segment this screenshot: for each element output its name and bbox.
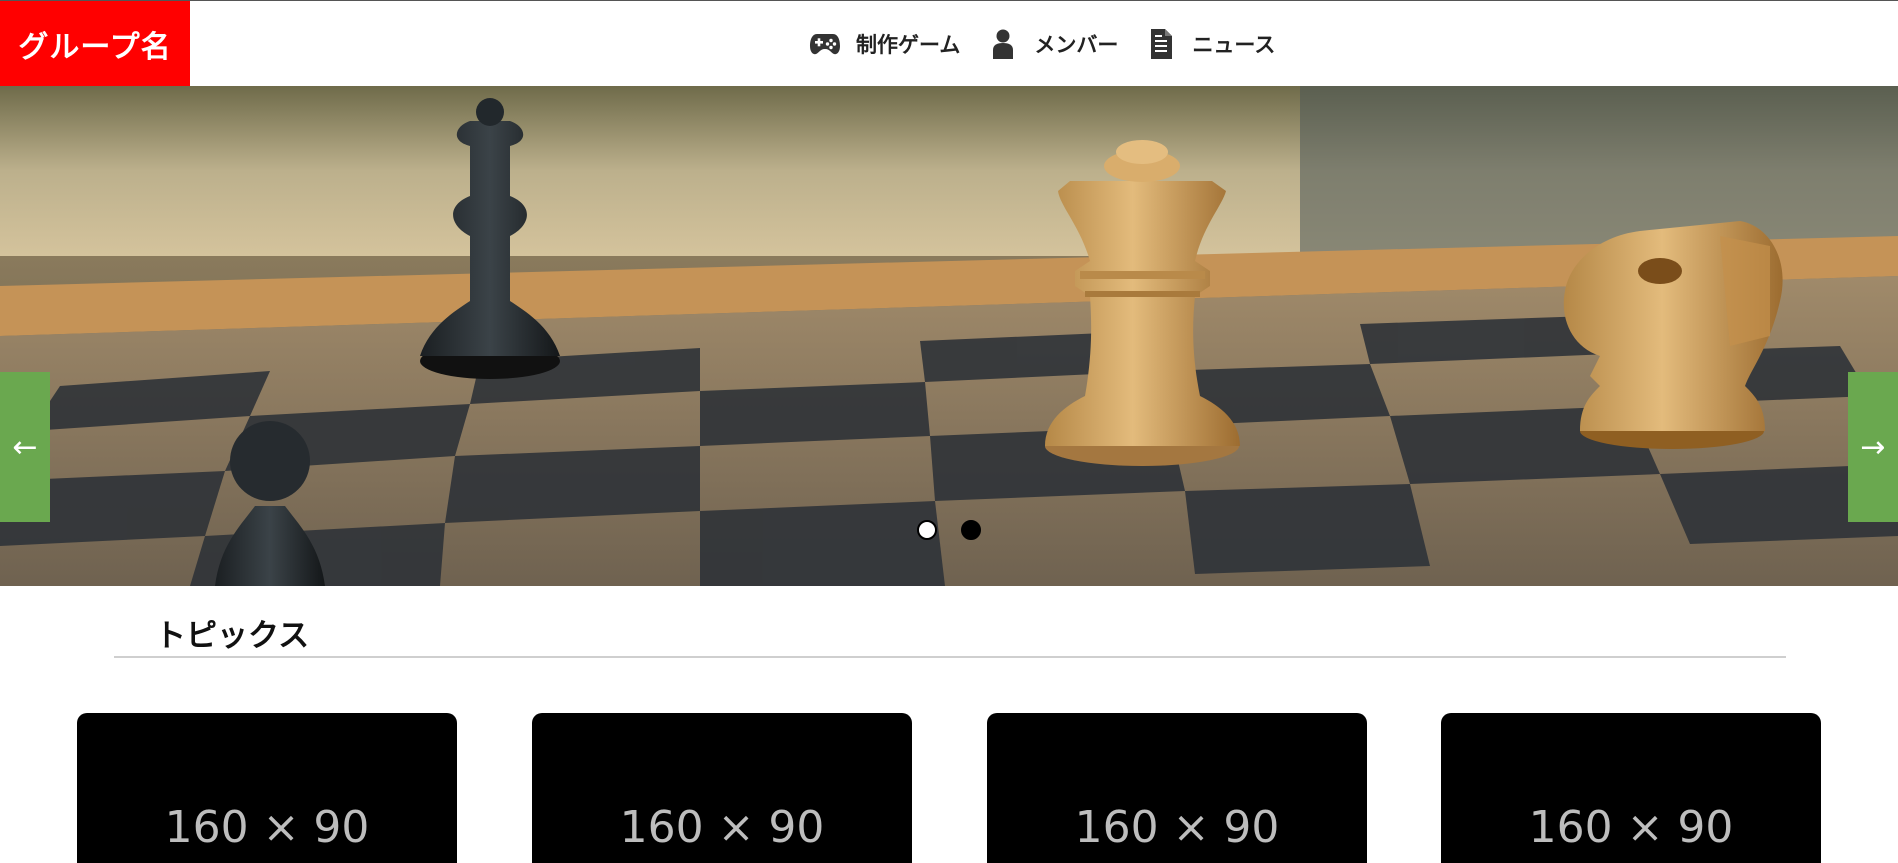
slider-dot-2[interactable]	[961, 520, 981, 540]
topics-heading: トピックス	[155, 618, 310, 654]
topic-card[interactable]: 160 × 90	[1441, 713, 1821, 863]
nav-item-news[interactable]: ニュース	[1144, 27, 1275, 61]
card-placeholder-text: 160 × 90	[1074, 802, 1280, 853]
slider-next-button[interactable]: →	[1848, 372, 1898, 522]
site-header: グループ名 制作ゲーム メンバー ニュース	[0, 0, 1898, 87]
card-placeholder-text: 160 × 90	[164, 802, 370, 853]
nav-item-members[interactable]: メンバー	[986, 27, 1118, 61]
topics-cards: 160 × 90 160 × 90 160 × 90 160 × 90	[0, 713, 1898, 863]
gamepad-icon	[808, 27, 842, 61]
nav-label-games: 制作ゲーム	[856, 33, 961, 57]
topic-card[interactable]: 160 × 90	[532, 713, 912, 863]
hero-slider: ← →	[0, 86, 1898, 586]
nav-label-members: メンバー	[1034, 33, 1119, 57]
topic-card[interactable]: 160 × 90	[987, 713, 1367, 863]
chess-photo	[0, 86, 1898, 586]
topics-divider	[114, 656, 1786, 658]
nav-item-games[interactable]: 制作ゲーム	[808, 27, 960, 61]
slider-dot-1[interactable]	[917, 520, 937, 540]
page: グループ名 制作ゲーム メンバー ニュース ← → トピックス 160 × 90…	[0, 0, 1898, 863]
group-logo[interactable]: グループ名	[0, 1, 190, 87]
card-placeholder-text: 160 × 90	[619, 802, 825, 853]
main-nav: 制作ゲーム メンバー ニュース	[808, 1, 1301, 87]
card-placeholder-text: 160 × 90	[1528, 802, 1734, 853]
user-icon	[986, 27, 1020, 61]
slider-prev-button[interactable]: ←	[0, 372, 50, 522]
document-icon	[1144, 27, 1178, 61]
nav-label-news: ニュース	[1192, 33, 1276, 57]
topic-card[interactable]: 160 × 90	[77, 713, 457, 863]
